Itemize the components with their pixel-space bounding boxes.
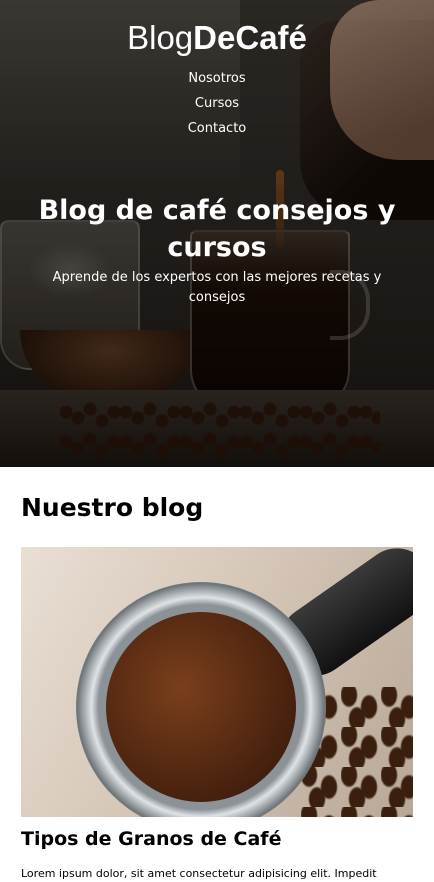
- main-nav: Nosotros Cursos Contacto: [0, 66, 434, 141]
- site-logo[interactable]: BlogDeCafé: [0, 16, 434, 60]
- nav-link-cursos[interactable]: Cursos: [0, 91, 434, 116]
- blog-post-card[interactable]: Tipos de Granos de Café Lorem ipsum dolo…: [0, 547, 434, 882]
- nav-link-contacto[interactable]: Contacto: [0, 116, 434, 141]
- nav-link-nosotros[interactable]: Nosotros: [0, 66, 434, 91]
- logo-bold-text: DeCafé: [193, 19, 307, 56]
- logo-light-text: Blog: [127, 19, 194, 56]
- hero-text: Blog de café consejos y cursos Aprende d…: [30, 192, 404, 308]
- hero-subtitle: Aprende de los expertos con las mejores …: [52, 270, 382, 305]
- blog-post-image[interactable]: [21, 547, 413, 817]
- hero-title: Blog de café consejos y cursos: [38, 195, 396, 263]
- site-header: BlogDeCafé Nosotros Cursos Contacto: [0, 16, 434, 141]
- section-title: Nuestro blog: [21, 493, 204, 522]
- hero-section: BlogDeCafé Nosotros Cursos Contacto Blog…: [0, 0, 434, 467]
- blog-post-excerpt: Lorem ipsum dolor, sit amet consectetur …: [21, 867, 377, 880]
- blog-post-title[interactable]: Tipos de Granos de Café: [21, 827, 434, 851]
- blog-section: Nuestro blog Tipos de Granos de Café Lor…: [0, 467, 434, 882]
